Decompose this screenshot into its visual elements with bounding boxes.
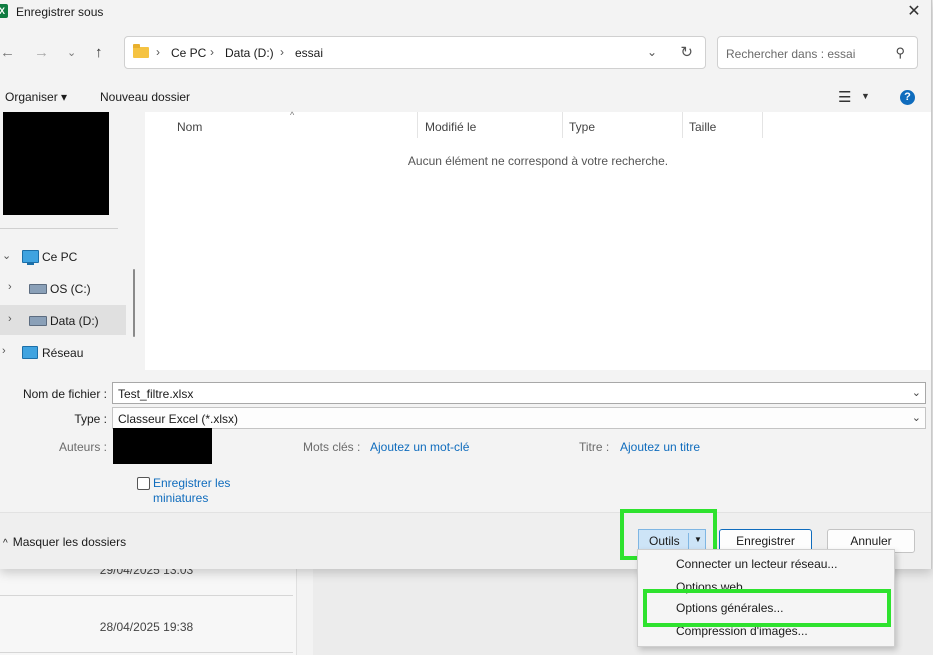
column-separator[interactable]: [762, 112, 763, 138]
filename-value[interactable]: Test_filtre.xlsx: [118, 387, 193, 401]
tree-item-label: Data (D:): [50, 314, 99, 328]
command-toolbar: Organiser ▾ Nouveau dossier ☰ ▼ ?: [0, 82, 931, 112]
general-options-highlight-box: [643, 589, 891, 627]
folder-icon: [133, 44, 149, 58]
view-dropdown-icon[interactable]: ▼: [861, 91, 870, 101]
drive-icon: [29, 316, 47, 326]
column-separator[interactable]: [417, 112, 418, 138]
add-title-link[interactable]: Ajoutez un titre: [620, 440, 700, 454]
refresh-icon[interactable]: ↻: [680, 43, 693, 61]
background-list: 29/04/2025 13:03 28/04/2025 19:38: [0, 560, 297, 655]
breadcrumb-separator-icon: ›: [156, 45, 160, 59]
organize-button[interactable]: Organiser ▾: [5, 90, 67, 104]
filename-label: Nom de fichier :: [22, 387, 107, 401]
address-dropdown-icon[interactable]: ⌄: [647, 45, 657, 59]
up-arrow-icon[interactable]: ↑: [95, 44, 103, 61]
tree-item-ce-pc[interactable]: ⌄ Ce PC: [0, 241, 126, 271]
hide-folders-button[interactable]: ^ Masquer les dossiers: [3, 535, 126, 549]
save-thumbnails-checkbox[interactable]: [137, 477, 150, 490]
save-thumbnails-label-line1[interactable]: Enregistrer les: [153, 476, 230, 491]
tree-item-label: Ce PC: [42, 250, 78, 264]
redacted-block: [3, 112, 109, 215]
search-icon[interactable]: ⚲: [895, 45, 905, 61]
chevron-right-icon[interactable]: ›: [2, 345, 6, 357]
excel-icon: X: [0, 4, 8, 18]
column-header-size[interactable]: Taille: [689, 120, 716, 134]
column-separator[interactable]: [682, 112, 683, 138]
chevron-down-icon[interactable]: ⌄: [912, 386, 921, 399]
file-list: ^ Nom Modifié le Type Taille Aucun éléme…: [145, 110, 931, 370]
search-box[interactable]: Rechercher dans : essai ⚲: [717, 36, 918, 69]
help-icon[interactable]: ?: [900, 90, 915, 105]
background-date-row: 28/04/2025 19:38: [99, 620, 194, 634]
redacted-authors: [113, 428, 212, 464]
search-input[interactable]: Rechercher dans : essai: [726, 47, 855, 61]
new-folder-button[interactable]: Nouveau dossier: [100, 90, 190, 104]
breadcrumb-separator-icon: ›: [210, 45, 214, 59]
filename-field[interactable]: Test_filtre.xlsx ⌄: [112, 382, 926, 404]
network-icon: [22, 346, 38, 359]
navigation-scrollbar[interactable]: [133, 269, 135, 337]
menu-item-connect-network-drive[interactable]: Connecter un lecteur réseau...: [676, 557, 837, 571]
hide-folders-label: Masquer les dossiers: [12, 535, 127, 549]
close-icon[interactable]: ✕: [897, 0, 931, 24]
computer-icon: [22, 250, 39, 265]
column-header-type[interactable]: Type: [569, 120, 595, 134]
chevron-right-icon[interactable]: ›: [8, 281, 12, 293]
dialog-title: Enregistrer sous: [16, 5, 104, 19]
os-drive-icon: [29, 284, 47, 294]
column-separator[interactable]: [562, 112, 563, 138]
breadcrumb-data-d[interactable]: Data (D:): [225, 46, 274, 60]
save-thumbnails-label[interactable]: Enregistrer les miniatures: [153, 476, 230, 506]
file-type-select[interactable]: Classeur Excel (*.xlsx) ⌄: [112, 407, 926, 429]
empty-folder-message: Aucun élément ne correspond à votre rech…: [407, 154, 669, 168]
breadcrumb-essai[interactable]: essai: [295, 46, 323, 60]
tree-item-label: Réseau: [42, 346, 84, 360]
column-header-modified[interactable]: Modifié le: [425, 120, 476, 134]
back-arrow-icon[interactable]: ←: [0, 44, 15, 61]
save-as-dialog: X Enregistrer sous ✕ ← → ⌄ ↑ › Ce PC › D…: [0, 0, 932, 569]
title-label: Titre :: [579, 440, 610, 454]
address-bar[interactable]: › Ce PC › Data (D:) › essai ⌄ ↻: [124, 36, 706, 69]
tree-item-os-c[interactable]: › OS (C:): [0, 273, 126, 303]
background-row-divider: [0, 595, 293, 596]
column-header-name[interactable]: Nom: [177, 120, 202, 134]
breadcrumb-separator-icon: ›: [280, 45, 284, 59]
background-row-divider: [0, 652, 293, 653]
chevron-right-icon[interactable]: ›: [8, 313, 12, 325]
keywords-label: Mots clés :: [303, 440, 361, 454]
type-label: Type :: [74, 412, 107, 426]
breadcrumb-ce-pc[interactable]: Ce PC: [171, 46, 206, 60]
sort-ascending-icon: ^: [290, 110, 295, 120]
authors-label: Auteurs :: [58, 440, 107, 454]
chevron-down-icon[interactable]: ⌄: [2, 249, 11, 262]
tree-item-reseau[interactable]: › Réseau: [0, 337, 126, 367]
save-thumbnails-label-line2[interactable]: miniatures: [153, 491, 230, 506]
view-options-icon[interactable]: ☰: [838, 88, 851, 106]
recent-locations-chevron-icon[interactable]: ⌄: [67, 46, 76, 59]
chevron-up-icon: ^: [3, 538, 8, 549]
forward-arrow-icon[interactable]: →: [34, 44, 49, 61]
file-type-value[interactable]: Classeur Excel (*.xlsx): [118, 412, 238, 426]
save-options-form: Nom de fichier : Test_filtre.xlsx ⌄ Type…: [0, 370, 931, 512]
tree-item-data-d[interactable]: › Data (D:): [0, 305, 126, 335]
pane-divider: [0, 228, 118, 229]
title-bar: X Enregistrer sous ✕: [0, 0, 931, 24]
navigation-pane: ⌄ Ce PC › OS (C:) › Data (D:) › Réseau: [0, 112, 137, 370]
tree-item-label: OS (C:): [50, 282, 91, 296]
chevron-down-icon[interactable]: ⌄: [912, 411, 921, 424]
add-keyword-link[interactable]: Ajoutez un mot-clé: [370, 440, 469, 454]
